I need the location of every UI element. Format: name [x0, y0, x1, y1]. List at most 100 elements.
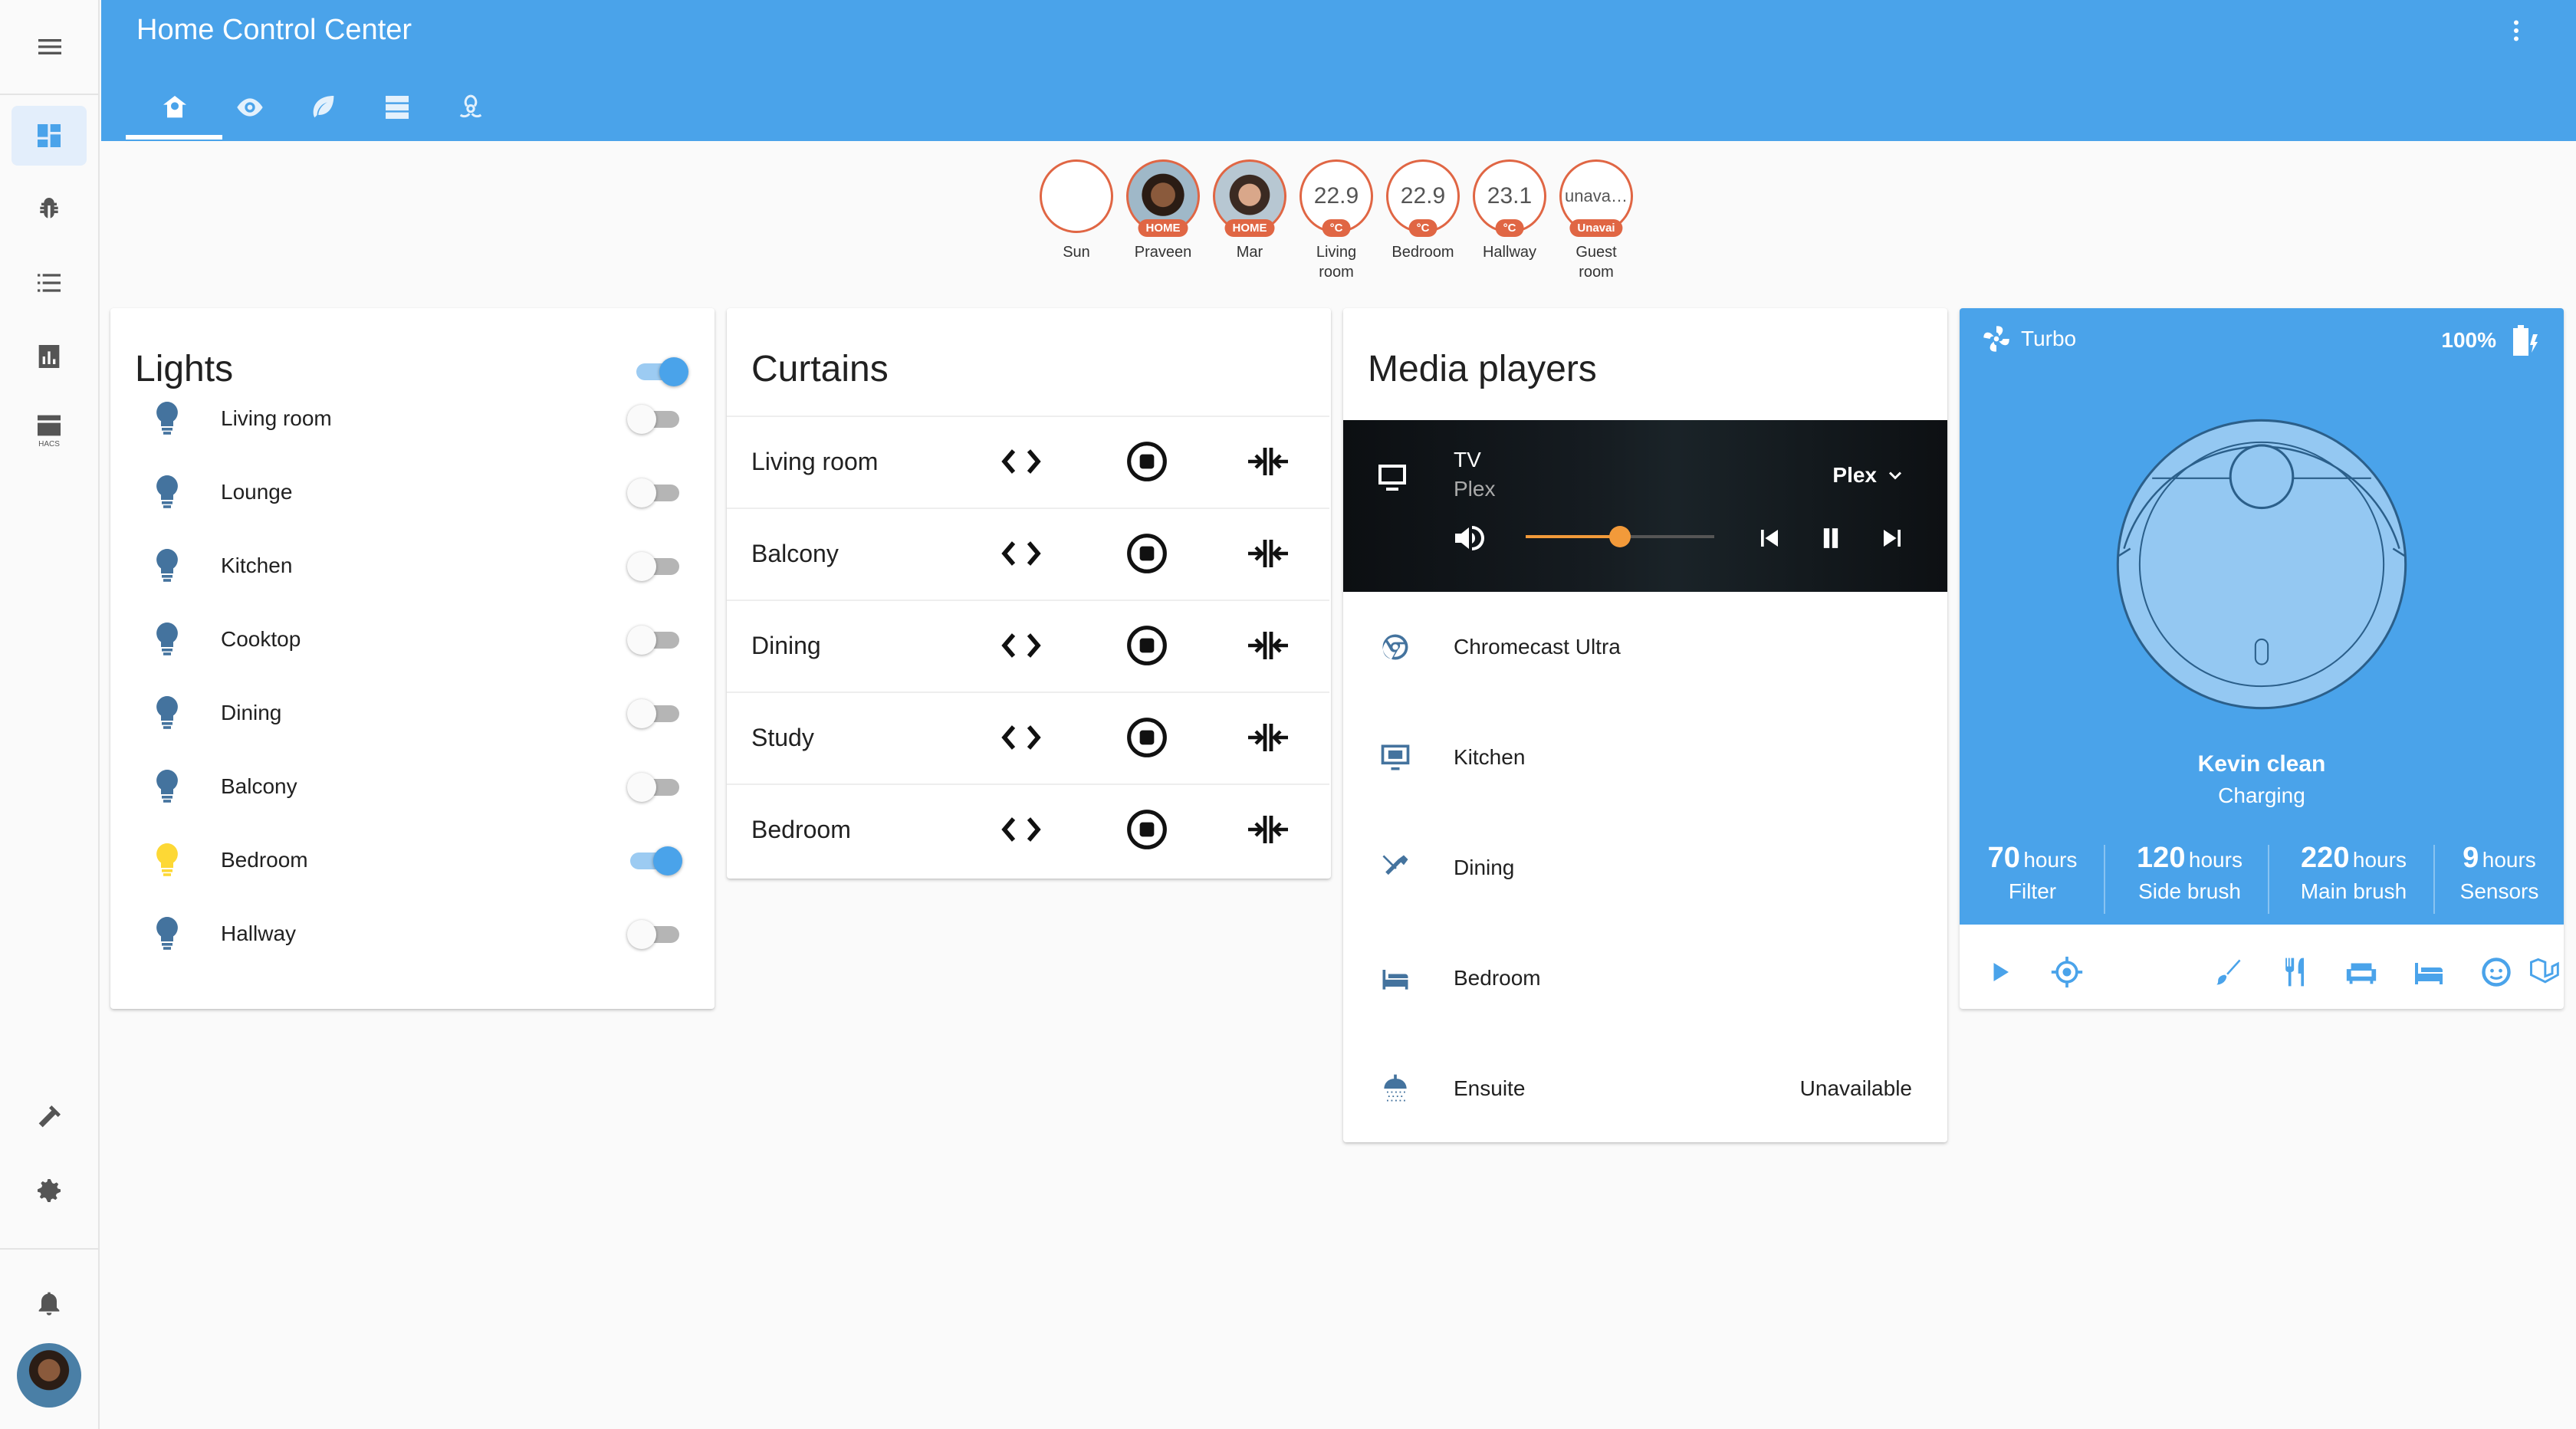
- source-select[interactable]: Plex: [1832, 463, 1906, 488]
- light-name: Bedroom: [221, 848, 308, 872]
- curtain-open-button[interactable]: [1000, 537, 1043, 570]
- media-player-row[interactable]: Kitchen: [1343, 702, 1947, 813]
- pause-icon[interactable]: [1814, 521, 1848, 555]
- media-player-row[interactable]: Bedroom: [1343, 923, 1947, 1033]
- curtain-stop-button[interactable]: [1125, 716, 1168, 759]
- light-icon-wrap[interactable]: [152, 915, 182, 952]
- sidebar-item-history[interactable]: [12, 327, 87, 386]
- light-row[interactable]: Dining: [110, 676, 713, 750]
- vacuum-locate-button[interactable]: [2044, 949, 2090, 995]
- light-row[interactable]: Balcony: [110, 750, 713, 823]
- light-toggle[interactable]: [627, 918, 682, 949]
- vacuum-room-other-button[interactable]: [2521, 949, 2564, 995]
- curtain-open-button[interactable]: [1000, 721, 1043, 754]
- curtain-stop-button[interactable]: [1125, 624, 1168, 667]
- curtain-close-button[interactable]: [1245, 443, 1291, 480]
- light-toggle[interactable]: [627, 477, 682, 508]
- hacs-icon: [38, 415, 61, 435]
- light-row[interactable]: Bedroom: [110, 823, 713, 897]
- close-curtain-icon: [1248, 632, 1288, 659]
- light-row[interactable]: Lounge: [110, 455, 713, 529]
- curtain-close-button[interactable]: [1245, 719, 1291, 756]
- light-icon-wrap[interactable]: [152, 474, 182, 511]
- sidebar-item-bug[interactable]: [12, 179, 87, 239]
- lightbulb-icon: [156, 549, 178, 582]
- curtain-close-button[interactable]: [1245, 811, 1291, 848]
- light-icon-wrap[interactable]: [152, 695, 182, 731]
- vacuum-room-bedroom-button[interactable]: [2406, 949, 2452, 995]
- badge-temp-hallway[interactable]: 23.1 °C Hallway: [1471, 159, 1548, 262]
- light-row[interactable]: Living room: [110, 382, 713, 455]
- curtain-stop-button[interactable]: [1125, 532, 1168, 575]
- badge-temp-living-room[interactable]: 22.9 °C Living room: [1298, 159, 1375, 282]
- lightbulb-icon: [156, 696, 178, 729]
- vacuum-room-lounge-button[interactable]: [2338, 949, 2384, 995]
- media-player-name: Kitchen: [1454, 745, 1526, 769]
- vacuum-room-kitchen-button[interactable]: [2272, 949, 2318, 995]
- badge-sun[interactable]: Sun: [1038, 159, 1115, 262]
- media-player-name: Bedroom: [1454, 966, 1541, 990]
- skip-previous-icon[interactable]: [1753, 521, 1786, 555]
- curtain-row: Bedroom: [727, 783, 1329, 874]
- sidebar-item-configuration[interactable]: [12, 1161, 87, 1220]
- vacuum-start-button[interactable]: [1976, 949, 2022, 995]
- tab-eye[interactable]: [213, 83, 287, 132]
- close-curtain-icon: [1248, 816, 1288, 843]
- tv-icon: [1378, 465, 1406, 491]
- menu-button[interactable]: [0, 0, 100, 95]
- sidebar: HACS: [0, 0, 100, 1429]
- sidebar-item-logbook[interactable]: [12, 253, 87, 313]
- volume-slider[interactable]: [1526, 526, 1714, 547]
- light-row[interactable]: Cooktop: [110, 603, 713, 676]
- light-icon-wrap[interactable]: [152, 842, 182, 879]
- media-player-row[interactable]: Dining: [1343, 813, 1947, 923]
- light-icon-wrap[interactable]: [152, 547, 182, 584]
- curtain-close-button[interactable]: [1245, 535, 1291, 572]
- sidebar-item-developer-tools[interactable]: [12, 1087, 87, 1147]
- volume-knob[interactable]: [1609, 526, 1631, 547]
- sidebar-item-overview[interactable]: [12, 106, 87, 166]
- badge-person-praveen[interactable]: HOME Praveen: [1125, 159, 1201, 262]
- light-toggle[interactable]: [627, 845, 682, 875]
- light-toggle[interactable]: [627, 698, 682, 728]
- gear-icon: [38, 1179, 61, 1202]
- play-icon: [1993, 963, 2009, 981]
- sidebar-item-hacs[interactable]: HACS: [12, 400, 87, 460]
- curtain-close-button[interactable]: [1245, 627, 1291, 664]
- vacuum-room-kids-button[interactable]: [2473, 949, 2519, 995]
- tab-indicator: [126, 135, 222, 140]
- light-toggle[interactable]: [627, 550, 682, 581]
- badge-temp-guest-room[interactable]: unava… Unavai Guest room: [1558, 159, 1635, 282]
- curtain-stop-button[interactable]: [1125, 440, 1168, 483]
- volume-icon[interactable]: [1451, 520, 1487, 557]
- tab-leaf[interactable]: [287, 83, 360, 132]
- light-icon-wrap[interactable]: [152, 621, 182, 658]
- curtain-open-button[interactable]: [1000, 813, 1043, 846]
- notifications-button[interactable]: [12, 1273, 87, 1332]
- media-player-row[interactable]: Ensuite Unavailable: [1343, 1033, 1947, 1144]
- badge-person-mar[interactable]: HOME Mar: [1211, 159, 1288, 262]
- light-toggle[interactable]: [627, 624, 682, 655]
- stat-label: Sensors: [2459, 879, 2539, 903]
- light-row[interactable]: Kitchen: [110, 529, 713, 603]
- light-toggle[interactable]: [627, 771, 682, 802]
- overflow-menu-button[interactable]: [2502, 17, 2530, 44]
- curtain-open-button[interactable]: [1000, 629, 1043, 662]
- tab-home[interactable]: [138, 83, 212, 132]
- light-toggle[interactable]: [627, 403, 682, 434]
- skip-next-icon[interactable]: [1875, 521, 1909, 555]
- curtain-open-button[interactable]: [1000, 445, 1043, 478]
- light-icon-wrap[interactable]: [152, 768, 182, 805]
- fan-mode[interactable]: Turbo: [1981, 324, 2076, 354]
- light-icon-wrap[interactable]: [152, 400, 182, 437]
- light-row[interactable]: Hallway: [110, 897, 713, 971]
- tab-server[interactable]: [360, 83, 434, 132]
- media-player-row[interactable]: Chromecast Ultra: [1343, 592, 1947, 702]
- leaf-icon: [313, 96, 334, 118]
- user-avatar[interactable]: [17, 1343, 81, 1408]
- vacuum-spot-button[interactable]: [2205, 949, 2251, 995]
- stat-value: 70: [1987, 842, 2020, 874]
- curtain-stop-button[interactable]: [1125, 808, 1168, 851]
- badge-temp-bedroom[interactable]: 22.9 °C Bedroom: [1385, 159, 1461, 262]
- tab-biohazard[interactable]: [434, 83, 508, 132]
